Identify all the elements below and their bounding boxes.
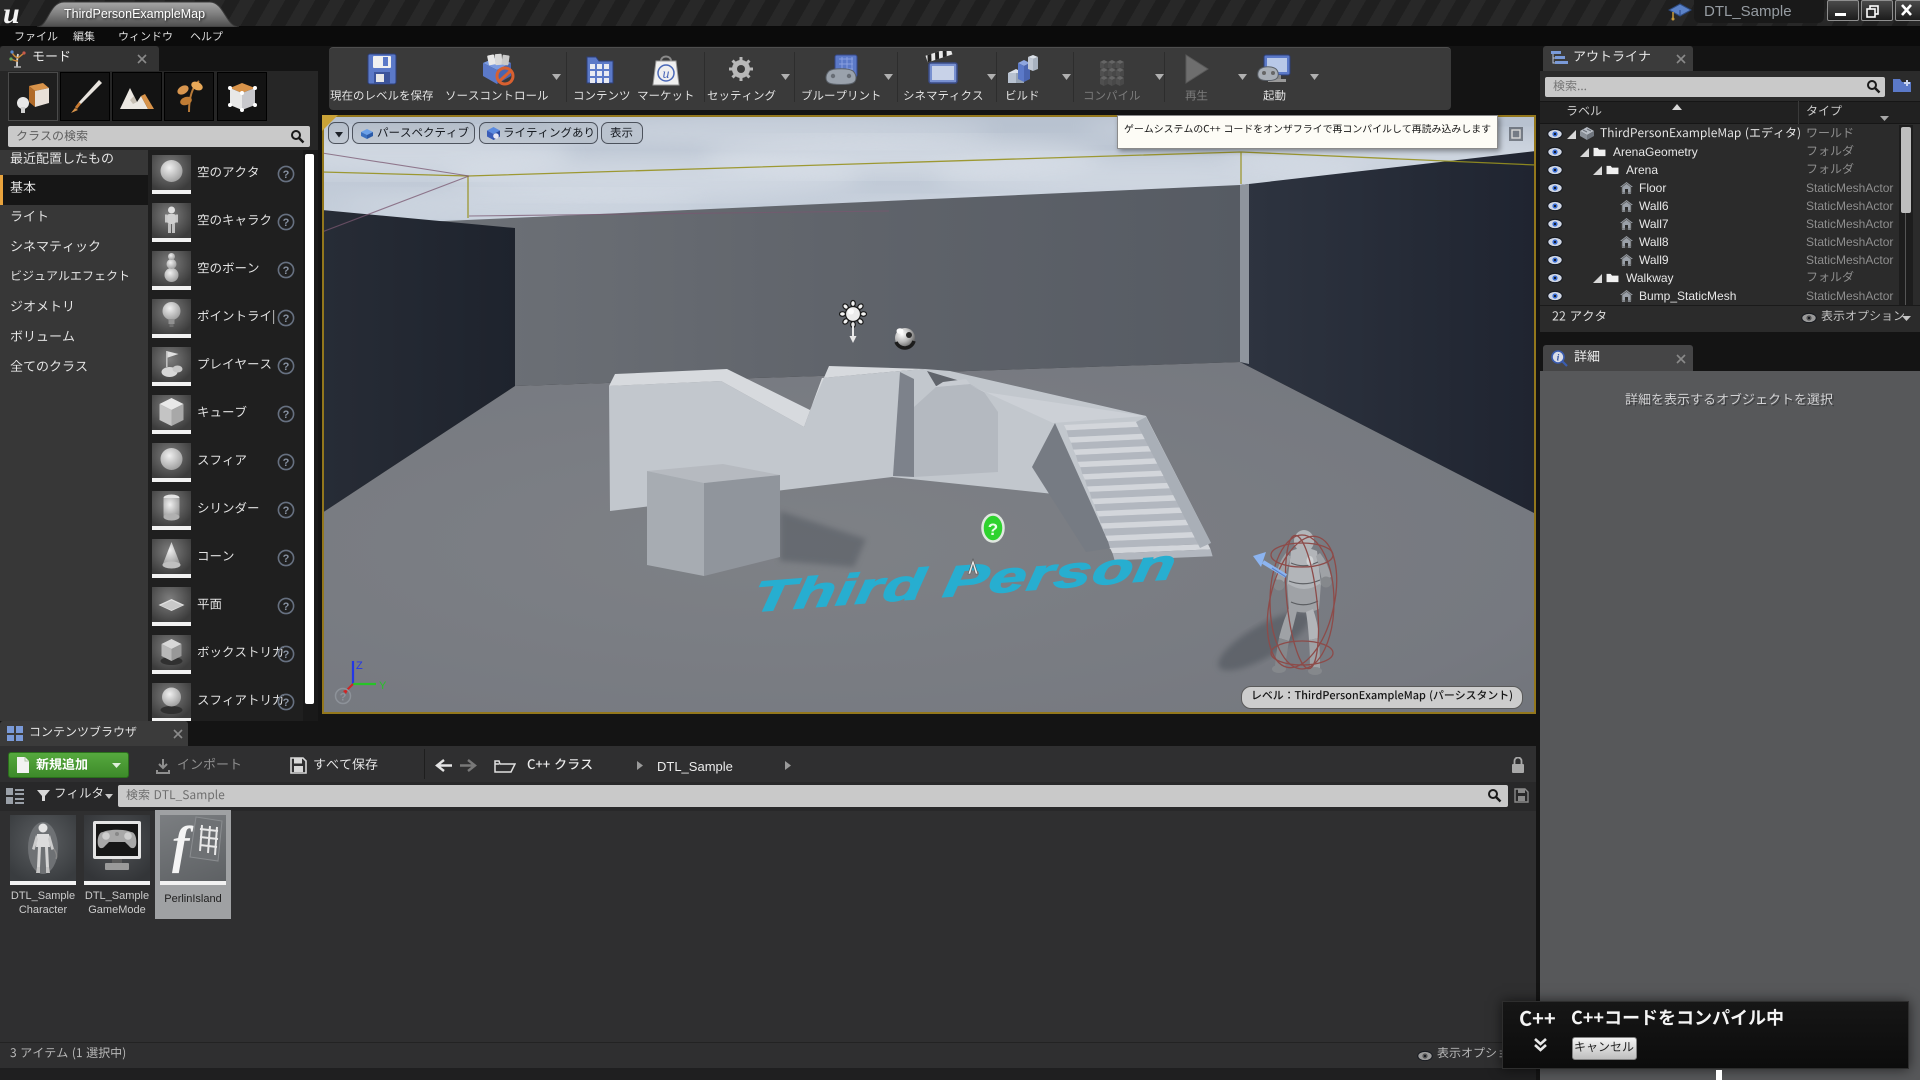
svg-text:?: ? (283, 169, 290, 181)
svg-text:?: ? (283, 553, 290, 565)
svg-text:u: u (663, 67, 670, 82)
svg-text:?: ? (283, 601, 290, 613)
svg-text:?: ? (340, 692, 347, 704)
svg-text:?: ? (283, 361, 290, 373)
svg-text:?: ? (988, 520, 998, 539)
svg-text:u: u (3, 1, 20, 26)
svg-text:?: ? (283, 697, 290, 709)
svg-text:?: ? (283, 649, 290, 661)
svg-text:Z: Z (356, 660, 363, 672)
svg-text:?: ? (283, 313, 290, 325)
svg-text:?: ? (283, 457, 290, 469)
svg-text:?: ? (283, 409, 290, 421)
svg-text:?: ? (283, 217, 290, 229)
svg-text:?: ? (283, 265, 290, 277)
svg-text:Y: Y (379, 680, 387, 692)
svg-text:?: ? (283, 505, 290, 517)
